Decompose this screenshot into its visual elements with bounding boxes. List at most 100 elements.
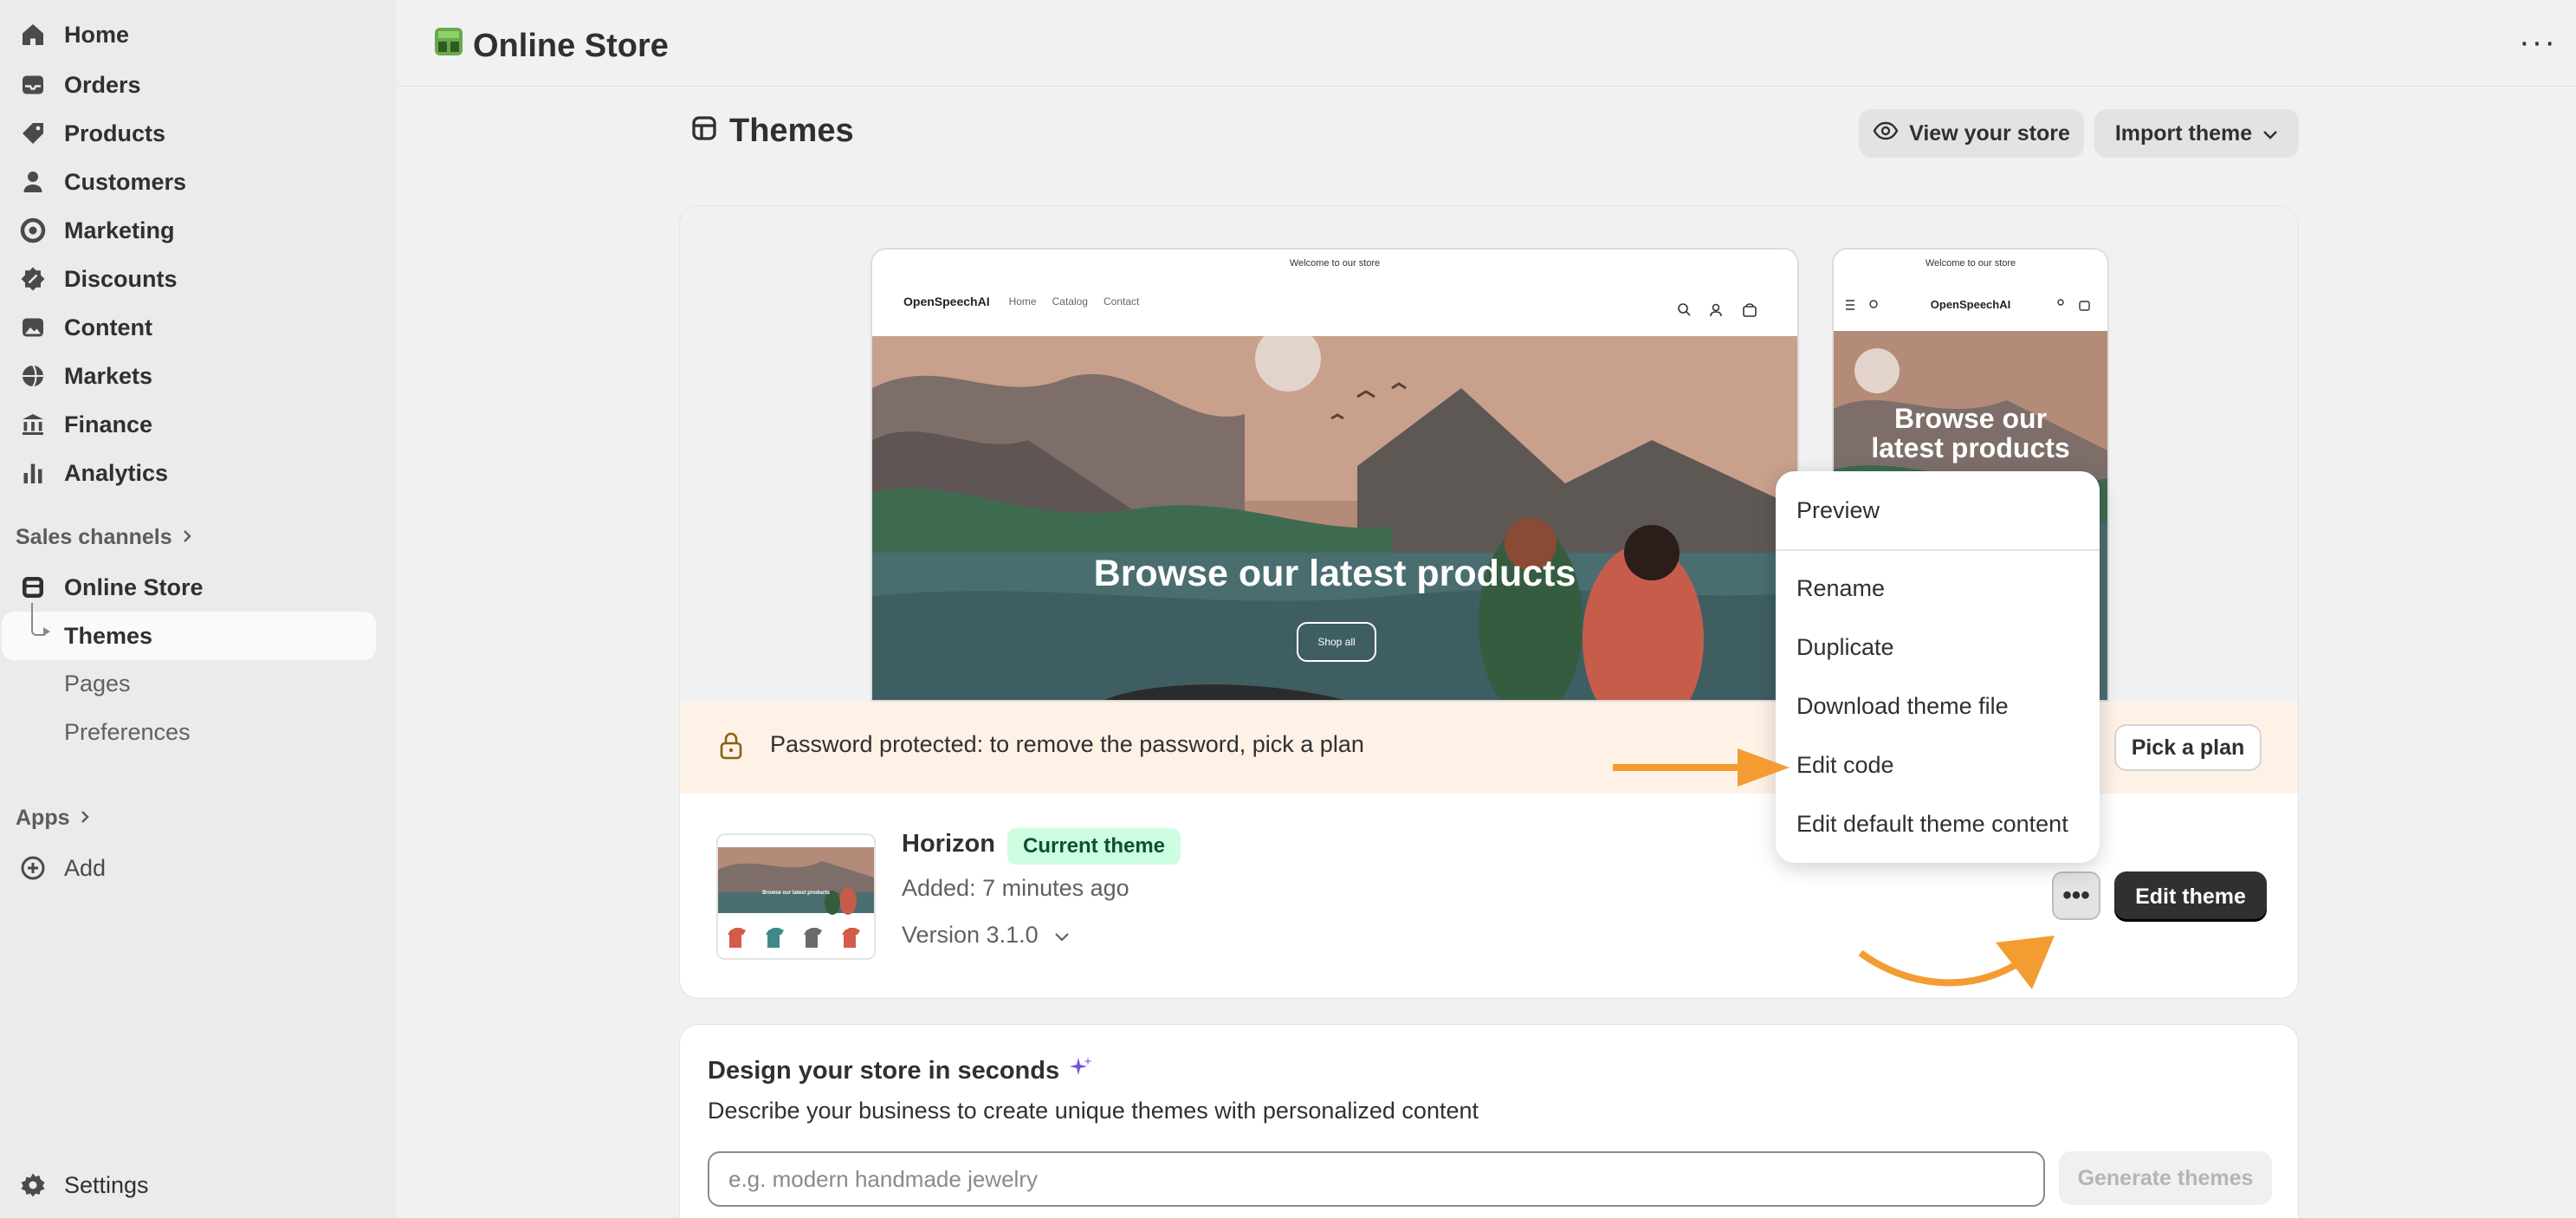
design-title-text: Design your store in seconds: [708, 1056, 1060, 1085]
sidebar-item-label: Add: [64, 854, 107, 881]
plus-circle-icon: [19, 854, 47, 882]
preview-header-icons: [1678, 303, 1757, 317]
storefront-icon: [19, 573, 47, 601]
mobile-header-icons: [1846, 299, 2090, 311]
sidebar-item-marketing[interactable]: Marketing: [0, 206, 376, 255]
chevron-down-icon: [2262, 121, 2278, 146]
sidebar-item-label: Markets: [64, 362, 153, 389]
sidebar-item-settings[interactable]: Settings: [0, 1161, 376, 1209]
topbar-title: Online Store: [431, 24, 669, 68]
chevron-right-icon: [79, 806, 91, 831]
sidebar-item-label: Marketing: [64, 217, 175, 243]
sidebar-item-markets[interactable]: Markets: [0, 352, 376, 400]
discount-icon: [19, 265, 47, 293]
theme-actions-menu: Preview Rename Duplicate Download theme …: [1776, 471, 2100, 863]
preview-hero-text: Browse our latest products: [1093, 553, 1576, 594]
sidebar-item-label: Discounts: [64, 265, 178, 292]
chevron-right-icon: [181, 525, 193, 550]
sidebar-item-label: Orders: [64, 71, 141, 98]
menu-item-edit-code[interactable]: Edit code: [1796, 752, 1894, 779]
theme-version-label: Version 3.1.0: [902, 922, 1039, 948]
sidebar-item-online-store[interactable]: Online Store: [0, 563, 376, 612]
theme-version-toggle[interactable]: Version 3.1.0: [902, 922, 1070, 949]
menu-item-edit-default-content[interactable]: Edit default theme content: [1796, 811, 2068, 838]
sidebar-item-preferences[interactable]: Preferences: [64, 719, 191, 746]
page-title-text: Themes: [729, 113, 854, 149]
design-prompt-input[interactable]: [708, 1151, 2045, 1207]
sales-channels-link[interactable]: Sales channels: [16, 525, 193, 550]
sidebar-item-products[interactable]: Products: [0, 109, 376, 158]
themes-icon: [691, 113, 717, 150]
sidebar-item-label: Products: [64, 120, 166, 146]
topbar-title-text: Online Store: [473, 27, 669, 64]
image-icon: [19, 314, 47, 341]
sidebar-item-label: Finance: [64, 411, 153, 437]
chevron-down-icon: [1054, 922, 1070, 949]
preview-hero: Browse our latest products Shop all: [872, 326, 1797, 700]
sidebar-item-label: Analytics: [64, 459, 169, 486]
import-theme-button[interactable]: Import theme: [2094, 109, 2299, 158]
sidebar-item-content[interactable]: Content: [0, 303, 376, 352]
tag-icon: [19, 120, 47, 147]
theme-name: Horizon: [902, 830, 995, 858]
globe-icon: [19, 362, 47, 390]
sidebar-item-label: Customers: [64, 168, 187, 195]
top-bar: Online Store ···: [397, 0, 2576, 87]
home-icon: [19, 21, 47, 49]
sidebar-item-label: Content: [64, 314, 152, 340]
sidebar-item-home[interactable]: Home: [0, 10, 376, 59]
design-store-card: Design your store in seconds Describe yo…: [679, 1024, 2299, 1218]
preview-announcement: Welcome to our store: [1289, 258, 1381, 269]
page-title: Themes: [691, 113, 854, 150]
bar-chart-icon: [19, 459, 47, 487]
menu-item-download[interactable]: Download theme file: [1796, 693, 2009, 720]
preview-brand: OpenSpeechAI: [903, 295, 990, 308]
view-store-button[interactable]: View your store: [1859, 109, 2084, 158]
sidebar-item-pages[interactable]: Pages: [64, 671, 131, 697]
sidebar-item-discounts[interactable]: Discounts: [0, 255, 376, 303]
gear-icon: [19, 1171, 47, 1199]
eye-icon: [1873, 121, 1899, 146]
import-theme-label: Import theme: [2114, 120, 2253, 146]
view-store-label: View your store: [1909, 120, 2070, 146]
preview-shop-all: Shop all: [1297, 622, 1376, 662]
sidebar-item-label: Online Store: [64, 573, 204, 600]
apps-link[interactable]: Apps: [16, 806, 91, 831]
sidebar-item-add[interactable]: Add: [0, 844, 376, 892]
sidebar-item-customers[interactable]: Customers: [0, 158, 376, 206]
menu-item-preview[interactable]: Preview: [1796, 497, 1880, 524]
design-title: Design your store in seconds: [708, 1054, 1094, 1087]
theme-actions-button[interactable]: •••: [2052, 871, 2100, 920]
pick-plan-button[interactable]: Pick a plan: [2114, 724, 2262, 771]
more-options-icon[interactable]: ···: [2519, 24, 2557, 62]
mobile-hero-line: latest products: [1871, 432, 2070, 463]
inbox-icon: [19, 71, 47, 99]
sidebar-item-finance[interactable]: Finance: [0, 400, 376, 449]
target-icon: [19, 217, 47, 244]
mobile-hero-text: Browse our latest products: [1834, 404, 2107, 463]
tree-arrow-icon: [43, 627, 50, 636]
password-banner-text: Password protected: to remove the passwo…: [770, 731, 1364, 757]
current-theme-badge: Current theme: [1007, 828, 1181, 865]
preview-nav-item: Home: [1008, 295, 1037, 308]
theme-thumbnail: Browse our latest products: [716, 833, 876, 960]
apps-label: Apps: [16, 806, 70, 830]
edit-theme-button[interactable]: Edit theme: [2114, 871, 2267, 922]
sidebar-item-themes[interactable]: Themes: [2, 612, 376, 660]
sidebar-item-label: Settings: [64, 1171, 149, 1198]
thumbnail-hero-text: Browse our latest products: [762, 891, 830, 896]
sidebar: Home Orders Products Customers Marketing…: [0, 0, 397, 1218]
person-icon: [19, 168, 47, 196]
mobile-hero-line: Browse our: [1893, 403, 2048, 434]
sidebar-item-orders[interactable]: Orders: [0, 61, 376, 109]
theme-added-time: Added: 7 minutes ago: [902, 875, 1129, 901]
lock-icon: [718, 731, 744, 765]
menu-item-rename[interactable]: Rename: [1796, 575, 1885, 602]
sparkle-icon: [1068, 1054, 1094, 1087]
generate-themes-button[interactable]: Generate themes: [2059, 1151, 2272, 1205]
sidebar-item-analytics[interactable]: Analytics: [0, 449, 376, 497]
menu-item-duplicate[interactable]: Duplicate: [1796, 634, 1894, 661]
desktop-preview: Welcome to our store OpenSpeechAI Home C…: [871, 248, 1799, 702]
design-description: Describe your business to create unique …: [708, 1098, 1479, 1124]
preview-nav: OpenSpeechAI Home Catalog Contact: [903, 295, 1139, 308]
